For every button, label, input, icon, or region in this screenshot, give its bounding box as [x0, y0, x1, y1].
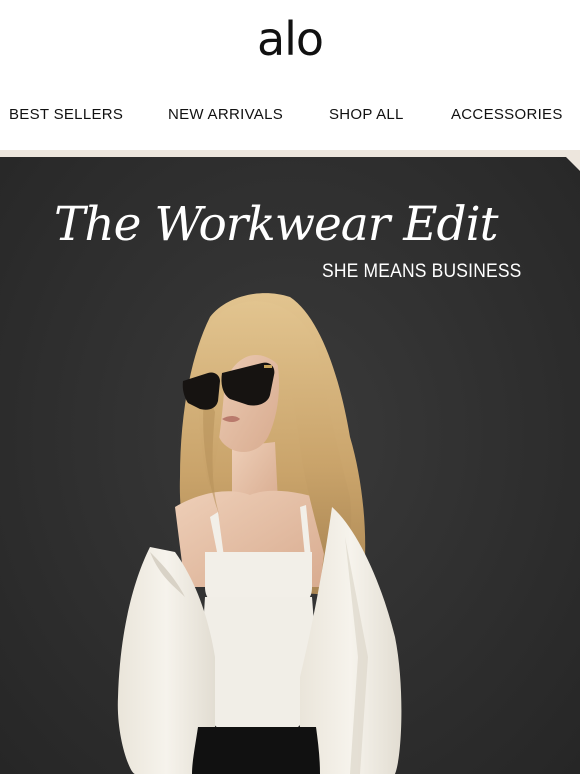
nav-item-new-arrivals[interactable]: NEW ARRIVALS	[168, 106, 283, 123]
nav-item-shop-all[interactable]: SHOP ALL	[329, 106, 404, 123]
email-page: alo BEST SELLERS NEW ARRIVALS SHOP ALL A…	[0, 0, 580, 774]
hero-banner[interactable]: The Workwear Edit SHE MEANS BUSINESS	[0, 157, 580, 774]
nav-item-accessories[interactable]: ACCESSORIES	[451, 106, 563, 123]
hero-subtitle: SHE MEANS BUSINESS	[322, 261, 522, 282]
hero-title: The Workwear Edit	[54, 197, 499, 252]
nav-bar: BEST SELLERS NEW ARRIVALS SHOP ALL ACCES…	[0, 100, 580, 130]
nav-item-best-sellers[interactable]: BEST SELLERS	[9, 106, 123, 123]
logo[interactable]: alo	[0, 0, 580, 82]
logo-text: alo	[256, 12, 324, 66]
